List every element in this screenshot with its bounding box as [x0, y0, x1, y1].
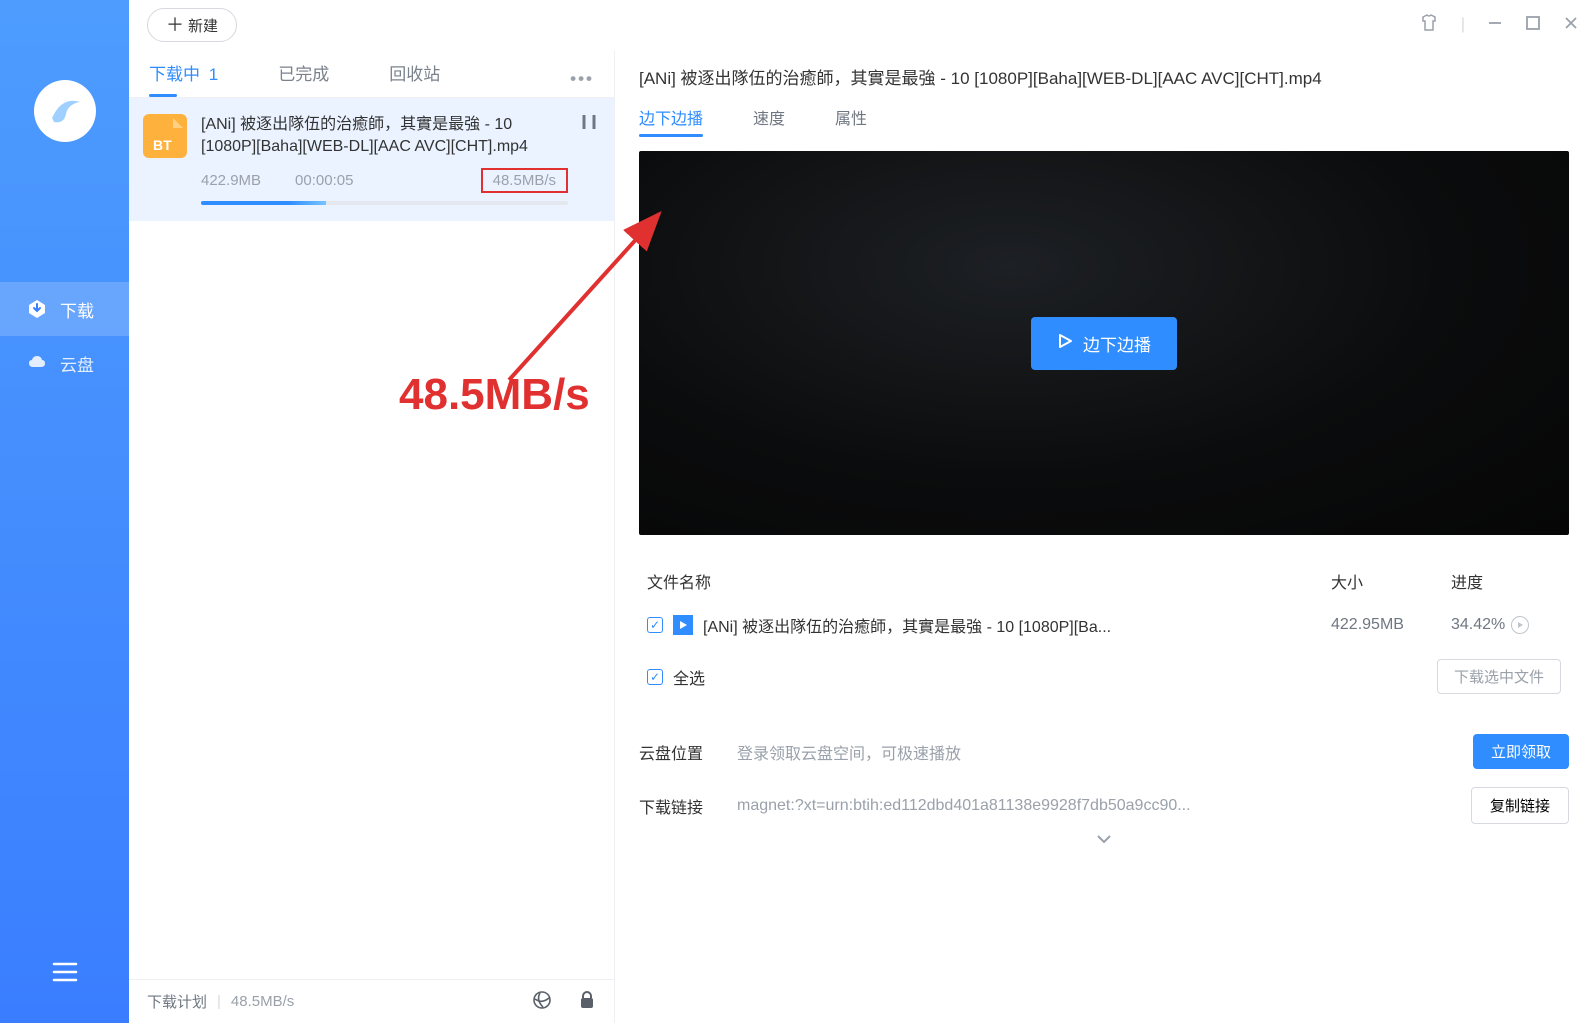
- minimize-icon[interactable]: [1487, 15, 1503, 36]
- row-checkbox[interactable]: [647, 617, 663, 633]
- tab-count: 1: [209, 65, 218, 84]
- skin-icon[interactable]: [1419, 13, 1439, 38]
- download-progress-bar: [201, 201, 568, 205]
- play-while-download-button[interactable]: 边下边播: [1031, 317, 1177, 370]
- close-icon[interactable]: [1563, 15, 1579, 36]
- play-button-label: 边下边播: [1083, 331, 1151, 356]
- bt-file-icon: BT: [143, 114, 187, 158]
- copy-link-button[interactable]: 复制链接: [1471, 787, 1569, 824]
- detail-title: [ANi] 被逐出隊伍的治癒師，其實是最強 - 10 [1080P][Baha]…: [639, 64, 1569, 89]
- download-link-row: 下载链接 magnet:?xt=urn:btih:ed112dbd401a811…: [639, 787, 1569, 824]
- video-file-icon: [673, 615, 693, 635]
- cloud-location-row: 云盘位置 登录领取云盘空间，可极速播放 立即领取: [639, 734, 1569, 769]
- tab-more-icon[interactable]: •••: [570, 69, 594, 89]
- row-name: [ANi] 被逐出隊伍的治癒師，其實是最強 - 10 [1080P][Ba...: [703, 613, 1111, 637]
- download-icon: [26, 298, 48, 320]
- sidebar-item-label: 下载: [60, 297, 94, 322]
- svg-text:BT: BT: [153, 137, 172, 153]
- divider: |: [1461, 16, 1465, 34]
- tab-label: 下载中: [149, 65, 200, 84]
- row-size: 422.95MB: [1331, 616, 1451, 634]
- maximize-icon[interactable]: [1525, 15, 1541, 36]
- download-elapsed: 00:00:05: [295, 172, 353, 189]
- tab-recycle[interactable]: 回收站: [389, 60, 440, 97]
- play-circle-icon[interactable]: [1511, 616, 1529, 634]
- cloud-value: 登录领取云盘空间，可极速播放: [737, 740, 1449, 764]
- sidebar-item-cloud[interactable]: 云盘: [0, 336, 129, 390]
- row-progress: 34.42%: [1451, 616, 1505, 634]
- col-name-header: 文件名称: [647, 569, 1331, 593]
- plan-label[interactable]: 下载计划: [147, 991, 207, 1012]
- tab-completed[interactable]: 已完成: [278, 60, 329, 97]
- download-item[interactable]: BT [ANi] 被逐出隊伍的治癒師，其實是最強 - 10 [1080P][Ba…: [129, 98, 614, 221]
- claim-button[interactable]: 立即领取: [1473, 734, 1569, 769]
- table-row[interactable]: [ANi] 被逐出隊伍的治癒師，其實是最強 - 10 [1080P][Ba...…: [639, 601, 1569, 649]
- link-value: magnet:?xt=urn:btih:ed112dbd401a81138e99…: [737, 797, 1447, 815]
- browser-icon[interactable]: [532, 990, 552, 1014]
- cloud-icon: [26, 352, 48, 374]
- file-table: 文件名称 大小 进度 [ANi] 被逐出隊伍的治癒師，其實是最強 - 10 [1…: [639, 561, 1569, 704]
- download-tabs: 下载中 1 已完成 回收站 •••: [129, 50, 614, 98]
- video-preview: 边下边播: [639, 151, 1569, 535]
- select-all-label[interactable]: 全选: [673, 665, 705, 689]
- sidebar-item-download[interactable]: 下载: [0, 282, 129, 336]
- sidebar-item-label: 云盘: [60, 351, 94, 376]
- tab-downloading[interactable]: 下载中 1: [149, 60, 218, 97]
- window-controls: |: [1419, 13, 1579, 38]
- app-logo: [34, 80, 96, 142]
- download-title: [ANi] 被逐出隊伍的治癒師，其實是最強 - 10 [1080P][Baha]…: [201, 114, 568, 158]
- col-progress-header: 进度: [1451, 569, 1561, 593]
- link-label: 下载链接: [639, 794, 713, 818]
- expand-chevron-icon[interactable]: [639, 832, 1569, 850]
- cloud-label: 云盘位置: [639, 740, 713, 764]
- new-button[interactable]: ＋ 新建: [147, 8, 237, 42]
- menu-button[interactable]: [0, 961, 129, 983]
- detail-tabs: 边下边播 速度 属性: [639, 105, 1569, 137]
- select-all-checkbox[interactable]: [647, 669, 663, 685]
- play-icon: [1057, 333, 1073, 354]
- divider: |: [217, 993, 221, 1010]
- detail-tab-speed[interactable]: 速度: [753, 105, 785, 137]
- detail-tab-props[interactable]: 属性: [835, 105, 867, 137]
- plus-icon: ＋: [166, 16, 184, 34]
- col-size-header: 大小: [1331, 569, 1451, 593]
- pause-button[interactable]: [582, 114, 596, 135]
- download-selected-button[interactable]: 下载选中文件: [1437, 659, 1561, 694]
- footer-speed: 48.5MB/s: [231, 993, 294, 1010]
- download-speed: 48.5MB/s: [481, 168, 568, 193]
- new-button-label: 新建: [188, 15, 218, 36]
- sidebar: 下载 云盘: [0, 0, 129, 1023]
- lock-icon[interactable]: [578, 990, 596, 1014]
- download-size: 422.9MB: [201, 172, 261, 189]
- status-bar: 下载计划 | 48.5MB/s: [129, 979, 614, 1023]
- topbar: ＋ 新建 |: [129, 0, 1593, 50]
- detail-tab-play[interactable]: 边下边播: [639, 105, 703, 137]
